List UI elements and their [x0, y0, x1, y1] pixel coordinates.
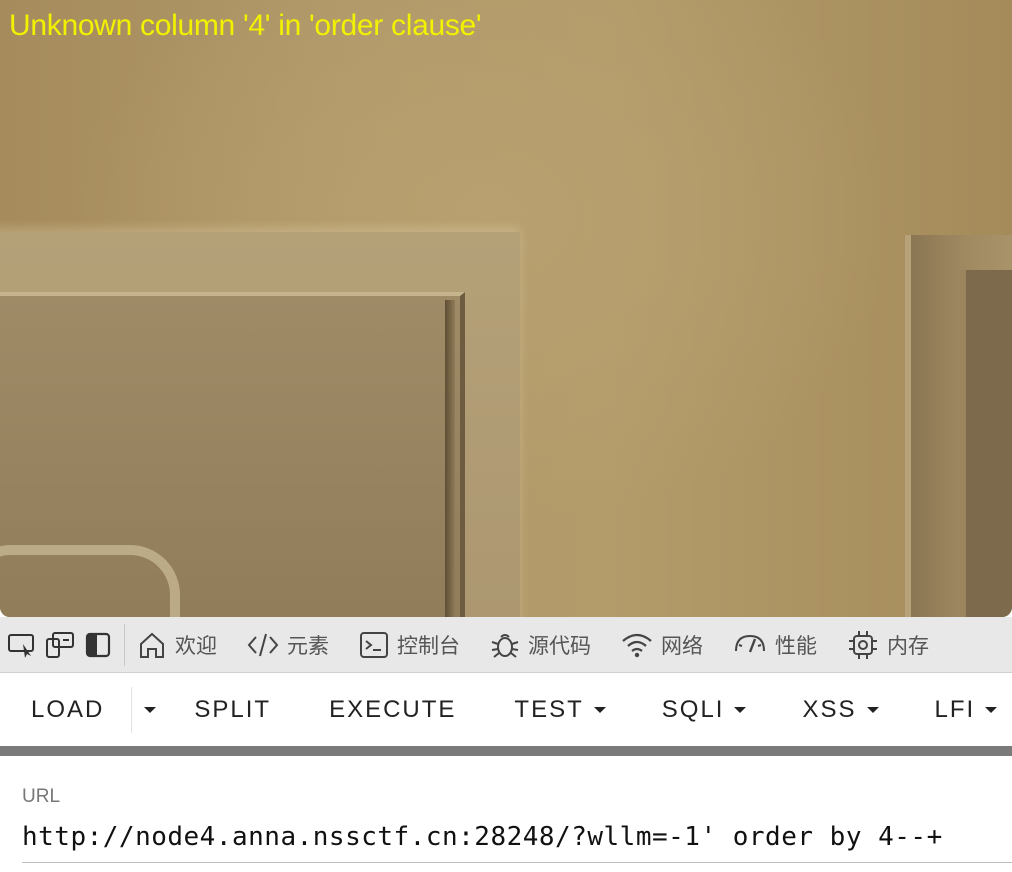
xss-menu-button[interactable]: XSS	[802, 673, 879, 746]
chevron-down-icon	[866, 706, 879, 713]
chevron-down-icon	[144, 706, 157, 713]
home-icon	[140, 632, 164, 658]
tab-elements[interactable]: 元素	[247, 630, 329, 660]
tab-console-label: 控制台	[397, 633, 460, 658]
execute-button[interactable]: EXECUTE	[329, 673, 456, 746]
tab-elements-label: 元素	[287, 633, 329, 658]
sqli-label: SQLI	[661, 695, 725, 723]
tab-memory[interactable]: 内存	[847, 629, 929, 661]
panel-icon	[85, 632, 111, 657]
bug-icon	[491, 633, 519, 658]
tab-sources[interactable]: 源代码	[490, 630, 591, 660]
inspect-icon	[8, 633, 34, 658]
sqli-menu-button[interactable]: SQLI	[662, 673, 747, 746]
tab-network-label: 网络	[661, 633, 703, 658]
code-icon	[247, 633, 279, 656]
url-field-container: URL	[22, 786, 1012, 863]
xss-label: XSS	[802, 695, 857, 723]
split-label: SPLIT	[194, 695, 272, 723]
lfi-menu-button[interactable]: LFI	[935, 673, 998, 746]
background-door-edge	[445, 300, 455, 617]
url-input[interactable]	[22, 822, 1012, 863]
toolbar-separator	[124, 623, 125, 666]
dock-side-button[interactable]	[82, 630, 114, 660]
lfi-label: LFI	[934, 695, 976, 723]
background-right-door-panel	[960, 270, 1012, 617]
console-icon	[360, 631, 388, 658]
load-dropdown-separator	[131, 686, 133, 733]
devtools-tab-bar: 欢迎 元素 控制台 源代码 网络 性能 内存	[0, 617, 1012, 673]
device-icon	[46, 631, 74, 658]
tab-network[interactable]: 网络	[621, 630, 703, 660]
page-viewport: Unknown column '4' in 'order clause'	[0, 0, 1012, 617]
sql-error-message: Unknown column '4' in 'order clause'	[9, 9, 482, 42]
chevron-down-icon	[593, 706, 606, 713]
chevron-down-icon	[734, 706, 747, 713]
chip-icon	[849, 630, 877, 659]
load-label: LOAD	[31, 695, 105, 723]
background-door-molding	[0, 545, 180, 617]
wifi-icon	[622, 633, 652, 657]
url-label: URL	[22, 786, 61, 807]
tab-welcome-label: 欢迎	[175, 633, 217, 658]
tab-performance-label: 性能	[775, 633, 817, 658]
chevron-down-icon	[985, 706, 998, 713]
gauge-icon	[735, 634, 765, 652]
tab-memory-label: 内存	[887, 633, 929, 658]
tab-sources-label: 源代码	[528, 633, 591, 658]
hackbar-toolbar: LOAD SPLIT EXECUTE TEST SQLI XSS LFI	[0, 673, 1012, 756]
load-button[interactable]: LOAD	[31, 673, 104, 746]
device-emulation-button[interactable]	[44, 630, 76, 660]
tab-performance[interactable]: 性能	[733, 630, 817, 660]
execute-label: EXECUTE	[329, 695, 457, 723]
inspect-element-button[interactable]	[6, 630, 38, 660]
test-label: TEST	[514, 695, 584, 723]
tab-console[interactable]: 控制台	[359, 630, 460, 660]
tab-welcome[interactable]: 欢迎	[137, 630, 217, 660]
split-button[interactable]: SPLIT	[194, 673, 271, 746]
test-menu-button[interactable]: TEST	[514, 673, 606, 746]
load-dropdown-toggle[interactable]	[140, 673, 160, 746]
